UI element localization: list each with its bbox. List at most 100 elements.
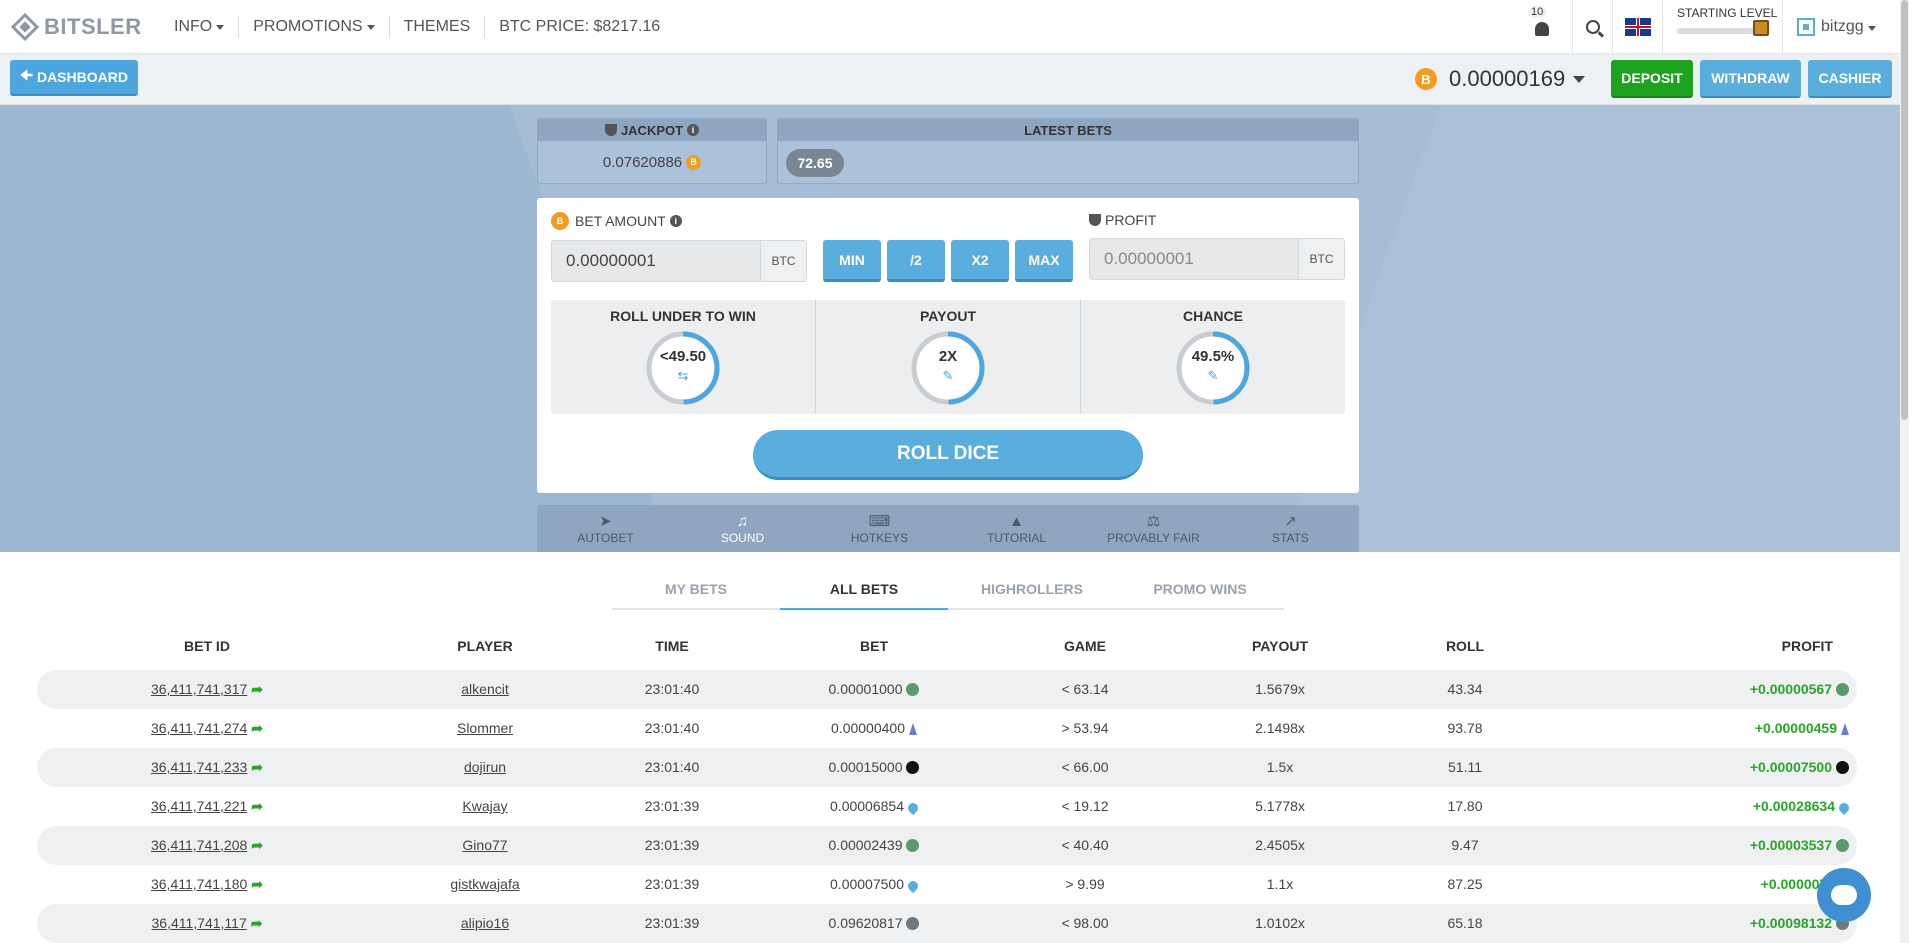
nav-themes[interactable]: THEMES	[390, 15, 486, 38]
share-icon[interactable]: ➦	[251, 681, 263, 698]
nav-promotions[interactable]: PROMOTIONS	[239, 15, 390, 38]
page-scrollbar[interactable]	[1900, 0, 1909, 943]
bet-id-link[interactable]: 36,411,741,208	[151, 837, 247, 853]
share-icon[interactable]: ➦	[251, 915, 263, 932]
payout-stat[interactable]: PAYOUT 2X ✎	[816, 300, 1081, 414]
profit-cell: +0.00003537	[1637, 837, 1849, 853]
player-cell[interactable]: alipio16	[415, 915, 555, 931]
share-icon[interactable]: ➦	[251, 837, 263, 854]
col-bet: BET	[860, 638, 888, 654]
tab-my-bets[interactable]: MY BETS	[612, 570, 780, 608]
game-cell: > 53.94	[1061, 720, 1109, 736]
game-cell: > 9.99	[1065, 876, 1105, 892]
bet-cell: 0.00002439	[794, 837, 954, 853]
player-cell[interactable]: gistkwajafa	[415, 876, 555, 892]
player-cell[interactable]: alkencit	[415, 681, 555, 697]
player-cell[interactable]: Gino77	[415, 837, 555, 853]
latest-bet-result[interactable]: 72.65	[786, 149, 844, 177]
black-coin-icon	[906, 761, 920, 774]
game-cell: < 98.00	[1061, 915, 1109, 931]
share-icon[interactable]: ➦	[251, 798, 263, 815]
chat-button[interactable]	[1817, 868, 1871, 922]
profit-label: PROFIT	[1105, 212, 1157, 228]
toolbar-stats[interactable]: ↗ STATS	[1222, 505, 1359, 552]
chat-bubble-icon	[1831, 885, 1857, 905]
payout-cell: 1.1x	[1266, 876, 1294, 892]
half-button[interactable]: /2	[887, 240, 945, 282]
bet-id-cell[interactable]: 36,411,741,317 ➦	[127, 681, 287, 698]
bet-id-cell[interactable]: 36,411,741,274 ➦	[127, 720, 287, 737]
max-button[interactable]: MAX	[1015, 240, 1073, 282]
cashier-button[interactable]: CASHIER	[1808, 60, 1892, 98]
player-cell[interactable]: Slommer	[415, 720, 555, 736]
bet-id-cell[interactable]: 36,411,741,221 ➦	[127, 798, 287, 815]
edit-icon[interactable]: ✎	[910, 368, 986, 384]
tab-all-bets[interactable]: ALL BETS	[780, 570, 948, 610]
language-selector[interactable]	[1612, 0, 1662, 54]
player-link[interactable]: alkencit	[461, 681, 508, 697]
info-icon[interactable]: i	[687, 124, 700, 136]
toolbar-hotkeys[interactable]: ⌨ HOTKEYS	[811, 505, 948, 552]
toolbar-sound[interactable]: ♫ SOUND	[674, 505, 811, 552]
bet-amount-input[interactable]: 0.00000001 BTC	[551, 240, 807, 282]
chevron-down-icon	[216, 25, 225, 30]
min-button[interactable]: MIN	[823, 240, 881, 282]
level-progress[interactable]: STARTING LEVEL	[1662, 0, 1782, 54]
roll-cell: 87.25	[1447, 876, 1483, 892]
player-link[interactable]: Kwajay	[462, 798, 507, 814]
swap-icon[interactable]: ⇆	[645, 368, 721, 384]
bet-id-link[interactable]: 36,411,741,221	[151, 798, 247, 814]
logo-text: BITSLER	[44, 13, 142, 39]
chance-stat[interactable]: CHANCE 49.5% ✎	[1081, 300, 1345, 414]
toolbar-provably-fair[interactable]: ⚖ PROVABLY FAIR	[1085, 505, 1222, 552]
balance-scale-icon: ⚖	[1146, 512, 1161, 530]
profit-unit: BTC	[1298, 239, 1344, 279]
player-cell[interactable]: dojirun	[415, 759, 555, 775]
user-menu[interactable]: bitzgg	[1782, 0, 1900, 54]
withdraw-button[interactable]: WITHDRAW	[1700, 60, 1801, 98]
bets-table-body: 36,411,741,317 ➦ alkencit 23:01:40 0.0000100…	[37, 670, 1857, 943]
bet-id-link[interactable]: 36,411,741,317	[151, 681, 247, 697]
bet-cell: 0.00001000	[794, 681, 954, 697]
bet-id-link[interactable]: 36,411,741,180	[151, 876, 247, 892]
roll-under-stat[interactable]: ROLL UNDER TO WIN <49.50 ⇆	[551, 300, 816, 414]
dashboard-button[interactable]: 🠈 DASHBOARD	[10, 60, 138, 96]
player-link[interactable]: Gino77	[462, 837, 507, 853]
bets-table-header: BET ID PLAYER TIME BET GAME PAYOUT ROLL …	[37, 632, 1857, 662]
player-link[interactable]: dojirun	[464, 759, 506, 775]
notifications-button[interactable]: 10	[1522, 0, 1562, 54]
bet-id-link[interactable]: 36,411,741,233	[151, 759, 247, 775]
player-link[interactable]: gistkwajafa	[450, 876, 519, 892]
tab-promo-wins[interactable]: PROMO WINS	[1116, 570, 1284, 608]
table-row: 36,411,741,180 ➦ gistkwajafa 23:01:39 0.0000…	[37, 865, 1857, 904]
bitsler-logo[interactable]: BITSLER	[10, 12, 160, 42]
bet-id-link[interactable]: 36,411,741,117	[152, 915, 247, 931]
edit-icon[interactable]: ✎	[1175, 368, 1251, 384]
roll-dice-button[interactable]: ROLL DICE	[753, 430, 1143, 480]
tab-highrollers[interactable]: HIGHROLLERS	[948, 570, 1116, 608]
player-link[interactable]: Slommer	[457, 720, 513, 736]
info-icon[interactable]: i	[669, 215, 682, 227]
bet-id-link[interactable]: 36,411,741,274	[151, 720, 247, 736]
green-coin-icon	[906, 839, 920, 852]
toolbar-autobet[interactable]: ➤ AUTOBET	[537, 505, 674, 552]
player-link[interactable]: alipio16	[461, 915, 509, 931]
share-icon[interactable]: ➦	[251, 876, 263, 893]
share-icon[interactable]: ➦	[251, 759, 263, 776]
balance-selector[interactable]: B 0.00000169	[1415, 64, 1586, 94]
bet-id-cell[interactable]: 36,411,741,180 ➦	[127, 876, 287, 893]
roll-under-value: <49.50	[659, 348, 707, 365]
table-row: 36,411,741,274 ➦ Slommer 23:01:40 0.00000400…	[37, 709, 1857, 748]
search-button[interactable]	[1572, 0, 1612, 54]
nav-info[interactable]: INFO	[160, 15, 240, 38]
deposit-button[interactable]: DEPOSIT	[1611, 60, 1693, 98]
player-cell[interactable]: Kwajay	[415, 798, 555, 814]
share-icon[interactable]: ➦	[251, 720, 263, 737]
bet-id-cell[interactable]: 36,411,741,208 ➦	[127, 837, 287, 854]
double-button[interactable]: X2	[951, 240, 1009, 282]
bet-id-cell[interactable]: 36,411,741,117 ➦	[127, 915, 287, 932]
bet-cell: 0.00000400	[794, 720, 954, 736]
bet-id-cell[interactable]: 36,411,741,233 ➦	[127, 759, 287, 776]
roll-cell: 17.80	[1447, 798, 1483, 814]
toolbar-tutorial[interactable]: ▲ TUTORIAL	[948, 505, 1085, 552]
